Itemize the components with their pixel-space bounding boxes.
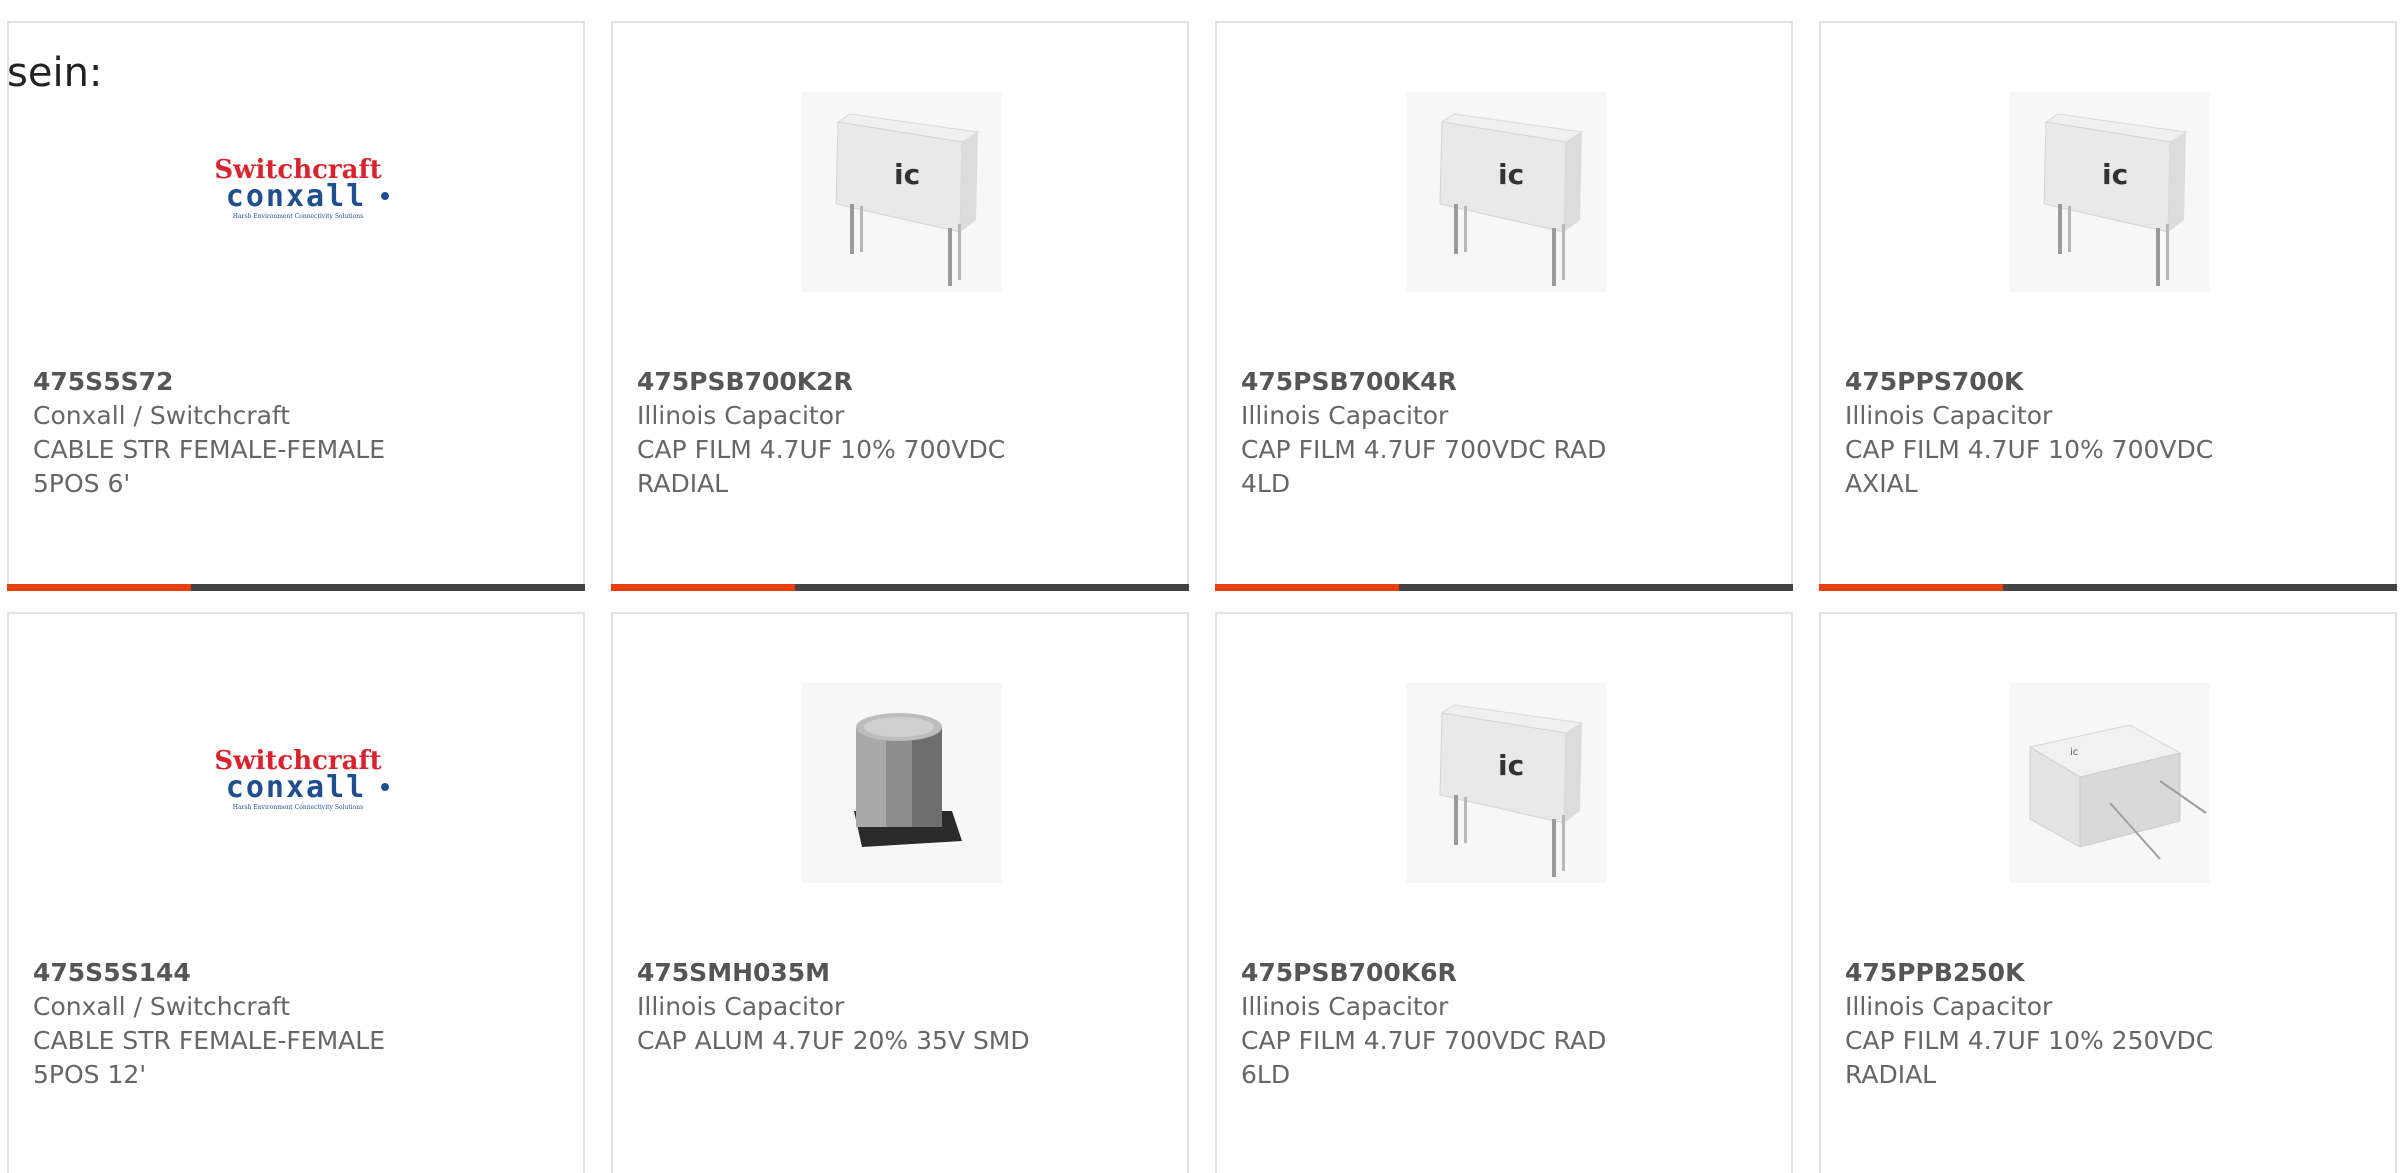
product-card[interactable]: 475SMH035M Illinois Capacitor CAP ALUM 4… bbox=[611, 612, 1189, 1173]
product-image[interactable]: ic bbox=[802, 92, 1002, 292]
card-bar-accent bbox=[1215, 584, 1399, 591]
manufacturer: Conxall / Switchcraft bbox=[33, 992, 291, 1021]
card-bar-accent bbox=[1819, 584, 2003, 591]
description-line2: 5POS 12' bbox=[33, 1060, 147, 1089]
part-number[interactable]: 475PSB700K2R bbox=[637, 365, 1157, 399]
manufacturer: Illinois Capacitor bbox=[1241, 401, 1449, 430]
manufacturer: Illinois Capacitor bbox=[1845, 992, 2053, 1021]
product-card[interactable]: ic 475PPB250K Illinois Capacitor CAP FIL… bbox=[1819, 612, 2397, 1173]
card-bar bbox=[7, 584, 585, 591]
film-capacitor-icon: ic bbox=[1406, 683, 1606, 883]
part-number[interactable]: 475PSB700K6R bbox=[1241, 956, 1761, 990]
switchcraft-conxall-logo-icon: Switchcraft conxall Harsh Environment Co… bbox=[214, 746, 389, 811]
logo-tagline: Harsh Environment Connectivity Solutions bbox=[233, 213, 363, 220]
card-bar-accent bbox=[7, 584, 191, 591]
product-card[interactable]: ic 475PSB700K4R Illinois Capacitor CAP F… bbox=[1215, 21, 1793, 591]
description-line2: RADIAL bbox=[1845, 1060, 1937, 1089]
part-number[interactable]: 475SMH035M bbox=[637, 956, 1157, 990]
film-capacitor-icon: ic bbox=[802, 92, 1002, 292]
product-card[interactable]: ic 475PSB700K2R Illinois Capacitor CAP F… bbox=[611, 21, 1189, 591]
svg-text:ic: ic bbox=[2102, 158, 2128, 191]
svg-text:ic: ic bbox=[2070, 747, 2078, 758]
product-image[interactable]: ic bbox=[2010, 92, 2210, 292]
manufacturer: Illinois Capacitor bbox=[1845, 401, 2053, 430]
product-image[interactable]: Switchcraft conxall Harsh Environment Co… bbox=[198, 683, 398, 883]
box-film-capacitor-icon: ic bbox=[2010, 683, 2210, 883]
part-number[interactable]: 475S5S144 bbox=[33, 956, 553, 990]
product-info: 475S5S144 Conxall / Switchcraft CABLE ST… bbox=[33, 956, 553, 1092]
card-bar bbox=[1819, 584, 2397, 591]
manufacturer: Illinois Capacitor bbox=[1241, 992, 1449, 1021]
product-card[interactable]: Switchcraft conxall Harsh Environment Co… bbox=[7, 612, 585, 1173]
description-line1: CAP FILM 4.7UF 700VDC RAD bbox=[1241, 1026, 1607, 1055]
card-bar-accent bbox=[611, 584, 795, 591]
product-image[interactable]: Switchcraft conxall Harsh Environment Co… bbox=[198, 92, 398, 292]
product-grid: sein: Switchcraft conxall Harsh Environm… bbox=[0, 0, 2400, 1173]
logo-line2: conxall bbox=[226, 770, 366, 805]
description-line1: CABLE STR FEMALE-FEMALE bbox=[33, 435, 386, 464]
description-line2: 6LD bbox=[1241, 1060, 1291, 1089]
aluminum-capacitor-icon bbox=[802, 683, 1002, 883]
description-line2: RADIAL bbox=[637, 469, 729, 498]
description-line1: CABLE STR FEMALE-FEMALE bbox=[33, 1026, 386, 1055]
product-info: 475PPB250K Illinois Capacitor CAP FILM 4… bbox=[1845, 956, 2365, 1092]
description-line1: CAP ALUM 4.7UF 20% 35V SMD bbox=[637, 1026, 1030, 1055]
description-line2: AXIAL bbox=[1845, 469, 1918, 498]
svg-text:ic: ic bbox=[1498, 158, 1524, 191]
product-info: 475PSB700K2R Illinois Capacitor CAP FILM… bbox=[637, 365, 1157, 501]
product-info: 475PPS700K Illinois Capacitor CAP FILM 4… bbox=[1845, 365, 2365, 501]
product-image[interactable]: ic bbox=[1406, 683, 1606, 883]
film-capacitor-icon: ic bbox=[1406, 92, 1606, 292]
logo-tagline: Harsh Environment Connectivity Solutions bbox=[233, 804, 363, 811]
product-image[interactable] bbox=[802, 683, 1002, 883]
product-image[interactable]: ic bbox=[2010, 683, 2210, 883]
product-info: 475S5S72 Conxall / Switchcraft CABLE STR… bbox=[33, 365, 553, 501]
product-card[interactable]: Switchcraft conxall Harsh Environment Co… bbox=[7, 21, 585, 591]
card-bar bbox=[611, 584, 1189, 591]
product-card[interactable]: ic 475PPS700K Illinois Capacitor CAP FIL… bbox=[1819, 21, 2397, 591]
description-line1: CAP FILM 4.7UF 10% 700VDC bbox=[1845, 435, 2214, 464]
description-line2: 4LD bbox=[1241, 469, 1291, 498]
intro-text: sein: bbox=[7, 50, 103, 96]
description-line2: 5POS 6' bbox=[33, 469, 131, 498]
part-number[interactable]: 475PPS700K bbox=[1845, 365, 2365, 399]
svg-text:ic: ic bbox=[894, 158, 920, 191]
manufacturer: Conxall / Switchcraft bbox=[33, 401, 291, 430]
product-info: 475PSB700K6R Illinois Capacitor CAP FILM… bbox=[1241, 956, 1761, 1092]
switchcraft-conxall-logo-icon: Switchcraft conxall Harsh Environment Co… bbox=[214, 155, 389, 220]
logo-line2: conxall bbox=[226, 179, 366, 214]
manufacturer: Illinois Capacitor bbox=[637, 401, 845, 430]
product-info: 475PSB700K4R Illinois Capacitor CAP FILM… bbox=[1241, 365, 1761, 501]
card-bar bbox=[1215, 584, 1793, 591]
manufacturer: Illinois Capacitor bbox=[637, 992, 845, 1021]
product-card[interactable]: ic 475PSB700K6R Illinois Capacitor CAP F… bbox=[1215, 612, 1793, 1173]
product-info: 475SMH035M Illinois Capacitor CAP ALUM 4… bbox=[637, 956, 1157, 1058]
description-line1: CAP FILM 4.7UF 700VDC RAD bbox=[1241, 435, 1607, 464]
film-capacitor-icon: ic bbox=[2010, 92, 2210, 292]
part-number[interactable]: 475PSB700K4R bbox=[1241, 365, 1761, 399]
part-number[interactable]: 475PPB250K bbox=[1845, 956, 2365, 990]
description-line1: CAP FILM 4.7UF 10% 700VDC bbox=[637, 435, 1006, 464]
part-number[interactable]: 475S5S72 bbox=[33, 365, 553, 399]
description-line1: CAP FILM 4.7UF 10% 250VDC bbox=[1845, 1026, 2214, 1055]
product-image[interactable]: ic bbox=[1406, 92, 1606, 292]
svg-text:ic: ic bbox=[1498, 749, 1524, 782]
